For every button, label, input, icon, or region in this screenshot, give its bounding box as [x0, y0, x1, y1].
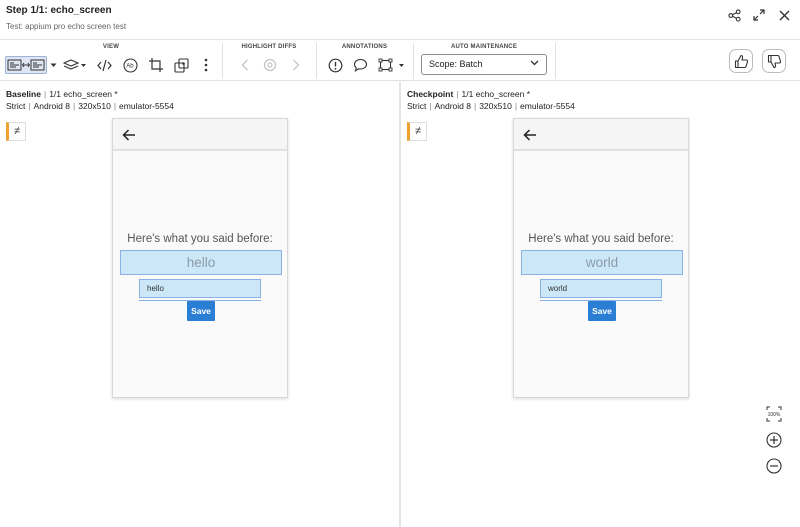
zoom-in-button[interactable] [764, 430, 784, 450]
share-icon[interactable] [725, 6, 743, 24]
back-arrow-icon [122, 129, 135, 141]
checkpoint-info: Checkpoint | 1/1 echo_screen * Strict | Andr… [407, 89, 575, 111]
zoom-out-button[interactable] [764, 456, 784, 476]
checkpoint-step: 1/1 echo_screen * [461, 89, 531, 99]
toolbar-separator [555, 43, 556, 79]
thumbs-down-button[interactable] [762, 49, 786, 73]
fit-100-icon: 100% [766, 406, 782, 422]
close-icon[interactable] [775, 6, 793, 24]
baseline-diff-indicator[interactable]: ≠ [6, 122, 26, 141]
highlight-target-icon[interactable] [261, 56, 279, 74]
echo-text: hello [120, 250, 282, 275]
baseline-viewport: 320x510 [78, 101, 111, 111]
remark-icon[interactable] [351, 56, 369, 74]
next-diff-icon[interactable] [287, 56, 305, 74]
checkpoint-match-level: Strict [407, 101, 427, 111]
message-input: hello [139, 279, 261, 298]
header: Step 1/1: echo_screen Test: appium pro e… [0, 0, 800, 40]
previous-diff-icon[interactable] [236, 56, 254, 74]
thumbs-up-icon [734, 54, 748, 68]
baseline-os: Android 8 [33, 101, 70, 111]
checkpoint-device: emulator-5554 [520, 101, 575, 111]
zoom-out-icon [766, 458, 782, 474]
save-button: Save [187, 301, 215, 321]
back-arrow-icon [523, 129, 536, 141]
baseline-screenshot[interactable]: Here's what you said before: hello hello… [112, 118, 288, 398]
region-select-icon[interactable] [377, 56, 407, 74]
checkpoint-os: Android 8 [434, 101, 471, 111]
checkpoint-label: Checkpoint [407, 89, 454, 99]
panel-divider[interactable] [399, 82, 401, 527]
auto-maintenance-label: AUTO MAINTENANCE [450, 44, 518, 50]
issue-icon[interactable] [326, 56, 344, 74]
app-bar [113, 119, 287, 151]
view-mode-dropdown-icon[interactable] [48, 56, 58, 74]
side-by-side-view-button[interactable] [5, 56, 47, 74]
scope-select-value: Scope: Batch [429, 59, 483, 69]
test-name: Test: appium pro echo screen test [6, 22, 127, 31]
echo-text: world [521, 250, 683, 275]
svg-text:Ab: Ab [126, 63, 134, 69]
prompt-text: Here's what you said before: [528, 233, 674, 245]
thumbs-down-icon [767, 54, 781, 68]
zoom-level-label: 100% [768, 412, 781, 418]
view-group-label: VIEW [102, 44, 120, 50]
expand-icon[interactable] [750, 6, 768, 24]
checkpoint-viewport: 320x510 [479, 101, 512, 111]
scope-select[interactable]: Scope: Batch [421, 54, 547, 75]
save-button: Save [588, 301, 616, 321]
highlight-diffs-label: HIGHLIGHT DIFFS [241, 44, 297, 50]
prompt-text: Here's what you said before: [127, 233, 273, 245]
region-icon[interactable] [172, 56, 190, 74]
crop-icon[interactable] [147, 56, 165, 74]
toolbar: VIEW Ab HIGHLIGHT DIFFS ANNOTATIONS AUTO… [0, 41, 800, 81]
annotations-label: ANNOTATIONS [341, 44, 388, 50]
layers-icon[interactable] [62, 56, 88, 74]
baseline-step: 1/1 echo_screen * [49, 89, 118, 99]
baseline-info: Baseline | 1/1 echo_screen * Strict | Androi… [6, 89, 174, 111]
baseline-device: emulator-5554 [119, 101, 174, 111]
zoom-to-fit-button[interactable]: 100% [764, 404, 784, 424]
baseline-match-level: Strict [6, 101, 26, 111]
chevron-down-icon [530, 57, 539, 76]
text-compare-icon[interactable]: Ab [121, 56, 139, 74]
step-title: Step 1/1: echo_screen [6, 5, 112, 16]
checkpoint-screenshot[interactable]: Here's what you said before: world world… [513, 118, 689, 398]
zoom-in-icon [766, 432, 782, 448]
code-icon[interactable] [95, 56, 113, 74]
message-input: world [540, 279, 662, 298]
app-window: Step 1/1: echo_screen Test: appium pro e… [0, 0, 800, 527]
baseline-label: Baseline [6, 89, 41, 99]
checkpoint-diff-indicator[interactable]: ≠ [407, 122, 427, 141]
app-bar [514, 119, 688, 151]
thumbs-up-button[interactable] [729, 49, 753, 73]
more-options-icon[interactable] [197, 56, 215, 74]
